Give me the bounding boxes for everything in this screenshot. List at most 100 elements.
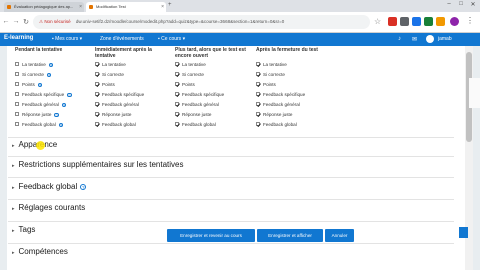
review-option[interactable]: La tentative	[175, 62, 206, 68]
review-option[interactable]: Feedback général	[256, 102, 300, 108]
checkbox[interactable]	[95, 112, 99, 117]
review-option[interactable]: La tentative?	[15, 62, 54, 68]
checkbox[interactable]	[175, 82, 179, 87]
review-option[interactable]: Points	[256, 82, 276, 88]
address-bar[interactable]: ⚠ Non sécurisé dw.univ-setif2.dz/moodle/…	[33, 15, 370, 29]
save-and-display-button[interactable]: Enregistrer et afficher	[257, 229, 323, 242]
section-feedback[interactable]: ▸ Feedback global?	[12, 182, 87, 191]
profile-avatar[interactable]	[450, 17, 459, 26]
nav-this-course[interactable]: ▪ Ce cours ▾	[158, 36, 185, 42]
nav-events[interactable]: Zone d'événements	[100, 36, 144, 42]
cancel-button[interactable]: Annuler	[325, 229, 354, 242]
review-option[interactable]: Feedback général	[175, 102, 219, 108]
bookmark-star-icon[interactable]: ☆	[374, 17, 381, 26]
review-option[interactable]: Réponse juste?	[15, 112, 59, 118]
review-option[interactable]: Si correcte	[95, 72, 124, 78]
review-option[interactable]: Feedback global?	[15, 122, 64, 128]
avatar[interactable]	[426, 35, 434, 43]
forward-icon[interactable]: →	[12, 18, 20, 25]
review-option[interactable]: Feedback global	[256, 122, 297, 128]
notification-bell-icon[interactable]: ♪	[398, 36, 404, 42]
review-option[interactable]: La tentative	[95, 62, 126, 68]
checkbox[interactable]	[256, 122, 260, 127]
close-window-icon[interactable]: ✕	[468, 1, 478, 8]
checkbox[interactable]	[175, 122, 179, 127]
messages-icon[interactable]: ✉	[412, 36, 417, 43]
checkbox[interactable]	[175, 92, 179, 97]
review-option[interactable]: Feedback global	[175, 122, 216, 128]
review-option[interactable]: Points?	[15, 82, 43, 88]
review-option[interactable]: La tentative	[256, 62, 287, 68]
review-option[interactable]: Feedback général?	[15, 102, 67, 108]
help-icon[interactable]: ?	[67, 92, 72, 98]
help-icon[interactable]: ?	[80, 183, 87, 190]
user-name[interactable]: jamab	[438, 36, 452, 42]
extension-icon[interactable]	[436, 17, 445, 26]
review-option[interactable]: Points	[95, 82, 115, 88]
checkbox[interactable]	[175, 102, 179, 107]
section-restrictions[interactable]: ▸ Restrictions supplémentaires sur les te…	[12, 160, 183, 169]
help-icon[interactable]: ?	[48, 62, 54, 68]
checkbox[interactable]	[95, 72, 99, 77]
section-reglages[interactable]: ▸ Réglages courants	[12, 203, 85, 212]
checkbox[interactable]	[175, 112, 179, 117]
nav-my-courses[interactable]: ▪ Mes cours ▾	[52, 36, 82, 42]
extension-icon[interactable]	[412, 17, 421, 26]
back-icon[interactable]: ←	[2, 18, 10, 25]
checkbox[interactable]	[15, 112, 19, 117]
help-icon[interactable]: ?	[58, 122, 64, 128]
minimize-icon[interactable]: –	[444, 1, 454, 7]
section-apparence[interactable]: ▸Apparence	[12, 140, 57, 149]
reload-icon[interactable]: ↻	[22, 18, 30, 26]
scroll-to-top-button[interactable]	[459, 227, 468, 238]
checkbox[interactable]	[256, 82, 260, 87]
checkbox[interactable]	[256, 62, 260, 67]
browser-menu-icon[interactable]: ⋮	[466, 16, 474, 25]
checkbox[interactable]	[95, 82, 99, 87]
review-option[interactable]: Feedback spécifique	[95, 92, 144, 98]
checkbox[interactable]	[15, 122, 19, 127]
checkbox[interactable]	[15, 62, 19, 67]
checkbox[interactable]	[256, 102, 260, 107]
extension-icon[interactable]	[424, 17, 433, 26]
extension-icon[interactable]	[400, 17, 409, 26]
review-option[interactable]: Feedback spécifique	[175, 92, 224, 98]
help-icon[interactable]: ?	[61, 102, 67, 108]
review-option[interactable]: Feedback spécifique	[256, 92, 305, 98]
checkbox[interactable]	[95, 92, 99, 97]
review-option[interactable]: Feedback général	[95, 102, 139, 108]
save-and-return-button[interactable]: Enregistrer et revenir au cours	[167, 229, 255, 242]
checkbox[interactable]	[15, 72, 19, 77]
site-brand[interactable]: E-learning	[4, 35, 33, 41]
checkbox[interactable]	[95, 62, 99, 67]
review-option[interactable]: Si correcte?	[15, 72, 52, 78]
checkbox[interactable]	[256, 112, 260, 117]
checkbox[interactable]	[175, 72, 179, 77]
review-option[interactable]: Feedback spécifique?	[15, 92, 72, 98]
review-option[interactable]: Points	[175, 82, 195, 88]
checkbox[interactable]	[15, 102, 19, 107]
review-option[interactable]: Si correcte	[175, 72, 204, 78]
extension-icon[interactable]	[388, 17, 397, 26]
help-icon[interactable]: ?	[37, 82, 43, 88]
close-icon[interactable]: ×	[161, 2, 164, 12]
help-icon[interactable]: ?	[46, 72, 52, 78]
review-option[interactable]: Réponse juste	[95, 112, 131, 118]
checkbox[interactable]	[15, 92, 19, 97]
section-competences[interactable]: ▸ Compétences	[12, 247, 68, 256]
section-tags[interactable]: ▸ Tags	[12, 225, 35, 234]
review-option[interactable]: Feedback global	[95, 122, 136, 128]
checkbox[interactable]	[175, 62, 179, 67]
checkbox[interactable]	[15, 82, 19, 87]
new-tab-icon[interactable]: +	[168, 2, 172, 8]
checkbox[interactable]	[256, 92, 260, 97]
help-icon[interactable]: ?	[54, 112, 59, 118]
browser-tab-1[interactable]: Évaluation pédagogique des ap... ×	[4, 2, 84, 12]
review-option[interactable]: Si correcte	[256, 72, 285, 78]
review-option[interactable]: Réponse juste	[256, 112, 292, 118]
checkbox[interactable]	[256, 72, 260, 77]
checkbox[interactable]	[95, 122, 99, 127]
browser-tab-2[interactable]: Modification Test ×	[86, 2, 166, 12]
maximize-icon[interactable]: □	[456, 1, 466, 7]
close-icon[interactable]: ×	[79, 2, 82, 12]
